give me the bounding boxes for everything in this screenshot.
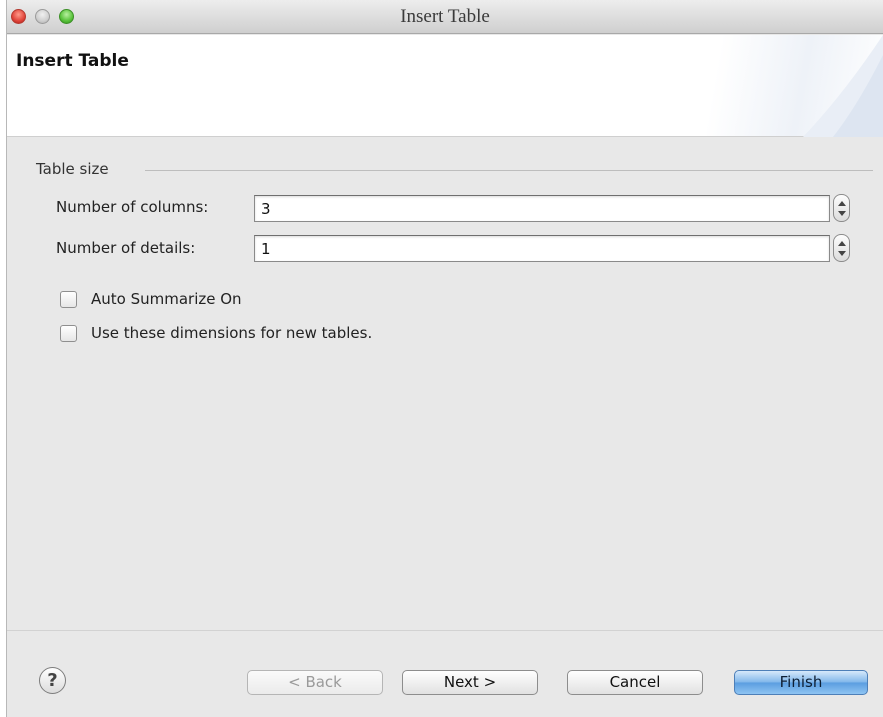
details-input[interactable] bbox=[254, 235, 830, 262]
wizard-banner: Insert Table bbox=[7, 35, 883, 137]
window-title: Insert Table bbox=[400, 6, 490, 27]
cancel-button[interactable]: Cancel bbox=[567, 670, 703, 695]
banner-title: Insert Table bbox=[16, 51, 129, 71]
banner-decoration bbox=[803, 35, 883, 137]
columns-stepper[interactable] bbox=[833, 194, 850, 222]
help-button[interactable]: ? bbox=[39, 667, 66, 694]
chevron-up-icon bbox=[838, 241, 846, 246]
footer-divider bbox=[7, 630, 883, 631]
table-size-group-label: Table size bbox=[36, 160, 109, 178]
group-divider bbox=[145, 170, 873, 171]
auto-summarize-label[interactable]: Auto Summarize On bbox=[91, 290, 242, 308]
finish-button[interactable]: Finish bbox=[734, 670, 868, 695]
question-mark-icon: ? bbox=[47, 670, 58, 691]
chevron-down-icon bbox=[838, 251, 846, 256]
columns-label: Number of columns: bbox=[56, 198, 209, 216]
details-label: Number of details: bbox=[56, 239, 196, 257]
use-dimensions-checkbox[interactable] bbox=[60, 325, 77, 342]
next-button[interactable]: Next > bbox=[402, 670, 538, 695]
columns-input[interactable] bbox=[254, 195, 830, 222]
title-bar: Insert Table bbox=[7, 0, 883, 34]
insert-table-dialog: Insert Table Insert Table Table size Num… bbox=[6, 0, 883, 717]
use-dimensions-label[interactable]: Use these dimensions for new tables. bbox=[91, 324, 372, 342]
back-button[interactable]: < Back bbox=[247, 670, 383, 695]
auto-summarize-checkbox[interactable] bbox=[60, 291, 77, 308]
chevron-up-icon bbox=[838, 201, 846, 206]
chevron-down-icon bbox=[838, 211, 846, 216]
details-stepper[interactable] bbox=[833, 234, 850, 262]
